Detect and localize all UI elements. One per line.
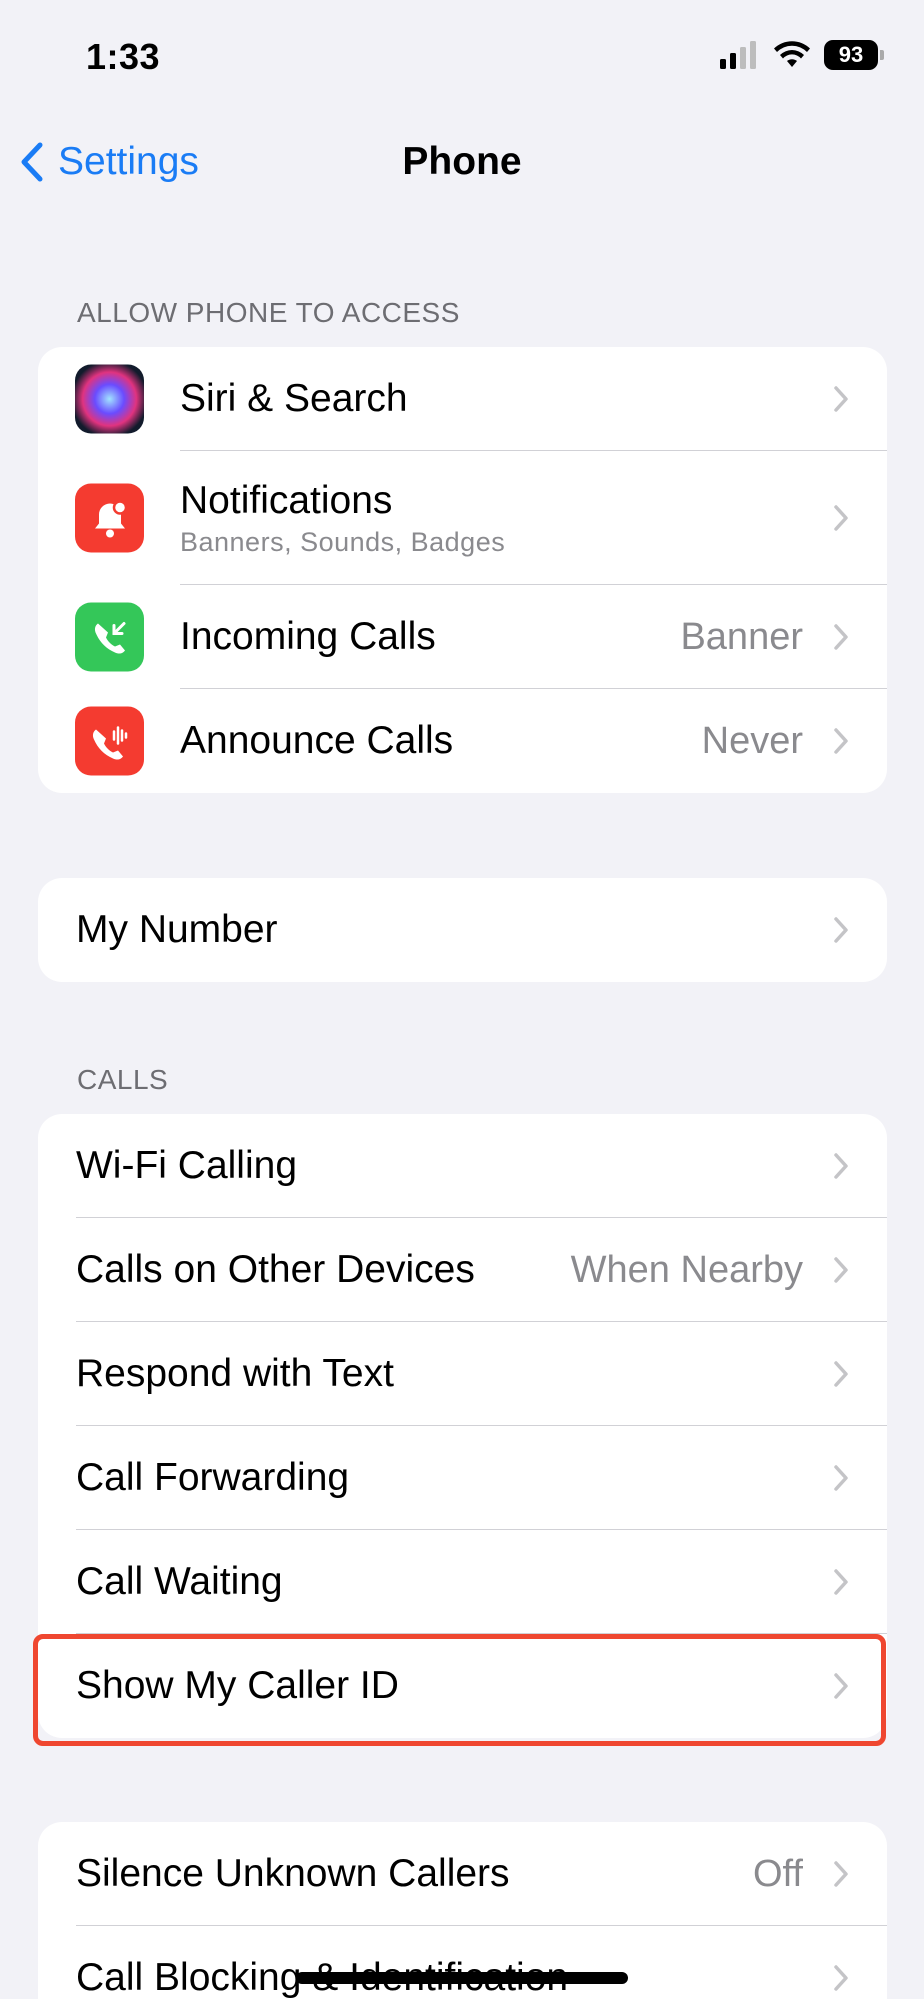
row-silence-unknown-callers[interactable]: Silence Unknown Callers Off xyxy=(38,1822,887,1926)
row-value: Banner xyxy=(680,615,803,658)
home-indicator[interactable] xyxy=(296,1972,628,1984)
row-label: Call Waiting xyxy=(76,1560,283,1603)
battery-indicator: 93 xyxy=(824,40,878,70)
wifi-icon xyxy=(774,41,810,67)
chevron-right-icon xyxy=(834,1257,848,1283)
status-time: 1:33 xyxy=(86,36,161,77)
access-group: Siri & Search Notifications Banners, Sou… xyxy=(38,347,887,793)
chevron-right-icon xyxy=(834,505,848,531)
row-label: Incoming Calls xyxy=(180,615,436,658)
row-label: Announce Calls xyxy=(180,719,454,762)
row-label: Siri & Search xyxy=(180,377,408,420)
chevron-right-icon xyxy=(834,1569,848,1595)
chevron-right-icon xyxy=(834,1965,848,1991)
row-label: Notifications xyxy=(180,478,393,522)
row-siri-search[interactable]: Siri & Search xyxy=(38,347,887,451)
row-label: Respond with Text xyxy=(76,1352,394,1395)
incoming-call-icon xyxy=(75,602,144,672)
row-incoming-calls[interactable]: Incoming Calls Banner xyxy=(38,585,887,689)
chevron-right-icon xyxy=(834,917,848,943)
chevron-right-icon xyxy=(834,386,848,412)
battery-cap xyxy=(880,50,884,60)
chevron-right-icon xyxy=(834,1861,848,1887)
row-call-blocking-identification[interactable]: Call Blocking & Identification xyxy=(38,1926,887,1999)
row-label: My Number xyxy=(76,908,278,951)
siri-icon xyxy=(75,364,144,434)
row-wifi-calling[interactable]: Wi-Fi Calling xyxy=(38,1114,887,1218)
row-label: Silence Unknown Callers xyxy=(76,1852,510,1895)
row-value: Off xyxy=(753,1852,803,1895)
row-notifications[interactable]: Notifications Banners, Sounds, Badges xyxy=(38,451,887,585)
notifications-bell-icon xyxy=(75,483,144,553)
announce-calls-icon xyxy=(75,706,144,776)
row-my-number[interactable]: My Number xyxy=(38,878,887,982)
row-calls-on-other-devices[interactable]: Calls on Other Devices When Nearby xyxy=(38,1218,887,1322)
chevron-right-icon xyxy=(834,1153,848,1179)
page-title: Phone xyxy=(402,140,522,183)
chevron-right-icon xyxy=(834,624,848,650)
row-announce-calls[interactable]: Announce Calls Never xyxy=(38,689,887,793)
row-value: When Nearby xyxy=(570,1248,803,1291)
chevron-right-icon xyxy=(834,728,848,754)
row-text: Notifications Banners, Sounds, Badges xyxy=(180,479,505,558)
row-label: Wi-Fi Calling xyxy=(76,1144,298,1187)
my-number-group: My Number xyxy=(38,878,887,982)
row-label: Calls on Other Devices xyxy=(76,1248,475,1291)
section-header-access: ALLOW PHONE TO ACCESS xyxy=(77,297,460,328)
row-call-forwarding[interactable]: Call Forwarding xyxy=(38,1426,887,1530)
phone-settings-screen: 1:33 93 Settings Phone ALLOW PHONE TO AC… xyxy=(0,0,924,1999)
chevron-right-icon xyxy=(834,1465,848,1491)
row-label: Call Forwarding xyxy=(76,1456,350,1499)
row-respond-with-text[interactable]: Respond with Text xyxy=(38,1322,887,1426)
row-sublabel: Banners, Sounds, Badges xyxy=(180,526,506,557)
cellular-signal-icon xyxy=(720,41,756,69)
section-header-calls: CALLS xyxy=(77,1064,169,1095)
row-call-waiting[interactable]: Call Waiting xyxy=(38,1530,887,1634)
chevron-right-icon xyxy=(834,1361,848,1387)
status-icons: 93 xyxy=(720,40,884,70)
row-value: Never xyxy=(701,719,803,762)
highlight-box xyxy=(33,1634,886,1746)
